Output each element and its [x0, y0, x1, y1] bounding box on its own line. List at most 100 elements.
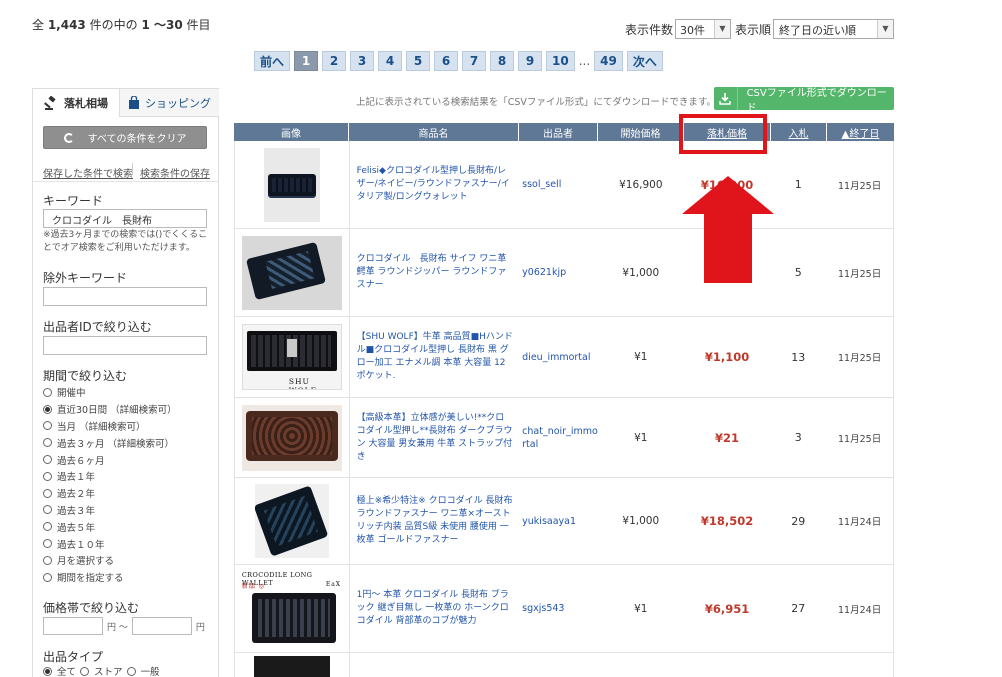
radio-button[interactable]: [80, 666, 90, 676]
bid-count: 13: [791, 350, 806, 364]
item-title-link[interactable]: Felisi◆クロコダイル型押し長財布/レザー/ネイビー/ラウンドファスナー/イ…: [350, 141, 520, 228]
listing-type-option[interactable]: 一般: [126, 663, 160, 677]
period-option[interactable]: 月を選択する: [43, 552, 177, 569]
price-max-input[interactable]: [131, 617, 192, 635]
item-thumbnail[interactable]: [241, 235, 342, 310]
display-count-select[interactable]: 30件 ▼: [675, 19, 731, 39]
tab-shopping[interactable]: ショッピング: [120, 89, 219, 117]
item-thumbnail-cell[interactable]: [235, 478, 350, 564]
start-price: ¥1: [634, 602, 648, 615]
seller-link[interactable]: dieu_immortal: [519, 317, 598, 397]
table-row: [234, 653, 894, 677]
radio-button[interactable]: [43, 421, 52, 431]
page-button-8[interactable]: 8: [490, 51, 515, 71]
radio-button[interactable]: [43, 522, 52, 532]
result-suffix: 件目: [182, 18, 211, 32]
clear-button-label: すべての条件をクリア: [87, 134, 187, 145]
seller-link[interactable]: sgxjs543: [519, 565, 598, 652]
bid-count: 29: [791, 514, 806, 528]
page-button-10[interactable]: 10: [546, 51, 575, 71]
keyword-heading: キーワード: [43, 194, 104, 208]
pagination: 前へ 1 2 3 4 5 6 7 8 9 10 ... 49 次へ: [254, 51, 667, 71]
radio-button[interactable]: [43, 455, 52, 465]
item-title-link[interactable]: クロコダイル 長財布 サイフ ワニ革 鰐革 ラウンドジッパー ラウンドファスナー: [350, 229, 520, 316]
item-thumbnail[interactable]: CROCODILE LONG WALLET 新品 ◎ EaX: [241, 570, 342, 647]
item-thumbnail-cell[interactable]: [235, 653, 350, 677]
item-thumbnail-cell[interactable]: [235, 229, 350, 316]
period-options: 開催中 直近30日間 （詳細検索可） 当月 （詳細検索可） 過去３ヶ月 （詳細検…: [43, 384, 177, 586]
listing-type-label: 全て: [57, 667, 77, 677]
thumbnail-caption: SHU WOLF: [288, 377, 316, 389]
period-option[interactable]: 過去１０年: [43, 535, 177, 552]
period-option[interactable]: 過去３ヶ月 （詳細検索可）: [43, 434, 177, 451]
item-thumbnail[interactable]: [263, 147, 320, 222]
seller-link[interactable]: yukisaaya1: [519, 478, 598, 564]
item-title-link[interactable]: 極上※希少特注※ クロコダイル 長財布 ラウンドファスナー ワニ革×オーストリッ…: [350, 478, 520, 564]
period-option[interactable]: 直近30日間 （詳細検索可）: [43, 401, 177, 418]
radio-button[interactable]: [43, 471, 52, 481]
save-conditions-link[interactable]: 検索条件の保存: [140, 165, 210, 180]
seller-id-input[interactable]: [43, 336, 207, 355]
sort-select[interactable]: 終了日の近い順 ▼: [773, 19, 894, 39]
period-option[interactable]: 過去６ヶ月: [43, 451, 177, 468]
item-title-link[interactable]: 【高級本革】立体感が美しい!**クロコダイル型押し**長財布 ダークブラウン 大…: [350, 398, 520, 477]
period-option-label: 過去１年: [57, 472, 96, 484]
radio-button[interactable]: [43, 572, 52, 582]
listing-type-option[interactable]: ストア: [80, 663, 123, 677]
period-option[interactable]: 過去２年: [43, 485, 177, 502]
item-thumbnail-cell[interactable]: SHU WOLF: [235, 317, 350, 397]
radio-button[interactable]: [43, 505, 52, 515]
start-price: ¥1: [634, 351, 648, 363]
link-separator: [132, 163, 133, 175]
item-thumbnail-cell[interactable]: CROCODILE LONG WALLET 新品 ◎ EaX: [235, 565, 350, 652]
radio-button[interactable]: [43, 539, 52, 549]
radio-button[interactable]: [43, 666, 52, 676]
period-option[interactable]: 過去５年: [43, 518, 177, 535]
page-button-6[interactable]: 6: [434, 51, 459, 71]
page-button-4[interactable]: 4: [378, 51, 403, 71]
period-option[interactable]: 期間を指定する: [43, 569, 177, 586]
radio-button[interactable]: [43, 387, 52, 397]
clear-all-conditions-button[interactable]: すべての条件をクリア: [43, 126, 207, 149]
radio-button[interactable]: [126, 666, 136, 676]
item-title-link[interactable]: 【SHU WOLF】牛革 高品質■Hハンドル■クロコダイル型押し 長財布 黒 グ…: [350, 317, 520, 397]
radio-button[interactable]: [43, 404, 52, 414]
item-thumbnail-cell[interactable]: [235, 141, 350, 228]
prev-page-button[interactable]: 前へ: [254, 51, 291, 71]
csv-download-button[interactable]: CSVファイル形式でダウンロード: [714, 87, 894, 114]
exclude-keyword-input[interactable]: [43, 287, 207, 306]
period-option[interactable]: 過去３年: [43, 502, 177, 519]
radio-button[interactable]: [43, 438, 52, 448]
radio-button[interactable]: [43, 555, 52, 565]
seller-link[interactable]: y0621kjp: [519, 229, 598, 316]
bid-count: 27: [791, 602, 806, 615]
page-button-7[interactable]: 7: [462, 51, 487, 71]
period-option[interactable]: 開催中: [43, 384, 177, 401]
page-button-1[interactable]: 1: [294, 51, 319, 71]
tab-auction-prices[interactable]: 落札相場: [33, 89, 120, 117]
page-button-9[interactable]: 9: [518, 51, 543, 71]
sort-bids-link[interactable]: 入札: [771, 123, 827, 141]
item-thumbnail[interactable]: [254, 484, 329, 558]
page-button-2[interactable]: 2: [322, 51, 347, 71]
next-page-button[interactable]: 次へ: [626, 51, 663, 71]
period-option[interactable]: 過去１年: [43, 468, 177, 485]
page-button-last[interactable]: 49: [594, 51, 623, 71]
item-title-link[interactable]: 1円～ 本革 クロコダイル 長財布 ブラック 継ぎ目無し 一枚革の ホーンクロコ…: [350, 565, 520, 652]
keyword-input[interactable]: クロコダイル 長財布: [43, 209, 207, 228]
seller-link[interactable]: chat_noir_immortal: [519, 398, 598, 477]
item-thumbnail-cell[interactable]: [235, 398, 350, 477]
sort-end-date-link[interactable]: ▲終了日: [827, 123, 894, 141]
price-min-input[interactable]: [43, 617, 103, 635]
page-button-5[interactable]: 5: [406, 51, 431, 71]
period-option[interactable]: 当月 （詳細検索可）: [43, 418, 177, 435]
saved-search-link[interactable]: 保存した条件で検索: [43, 165, 133, 180]
item-thumbnail[interactable]: SHU WOLF: [241, 324, 342, 390]
winning-price: ¥21: [715, 430, 740, 445]
item-thumbnail[interactable]: [241, 404, 342, 471]
radio-button[interactable]: [43, 488, 52, 498]
seller-link[interactable]: ssol_sell: [519, 141, 598, 228]
listing-type-option[interactable]: 全て: [43, 663, 76, 677]
page-button-3[interactable]: 3: [350, 51, 375, 71]
item-thumbnail[interactable]: [254, 656, 330, 677]
